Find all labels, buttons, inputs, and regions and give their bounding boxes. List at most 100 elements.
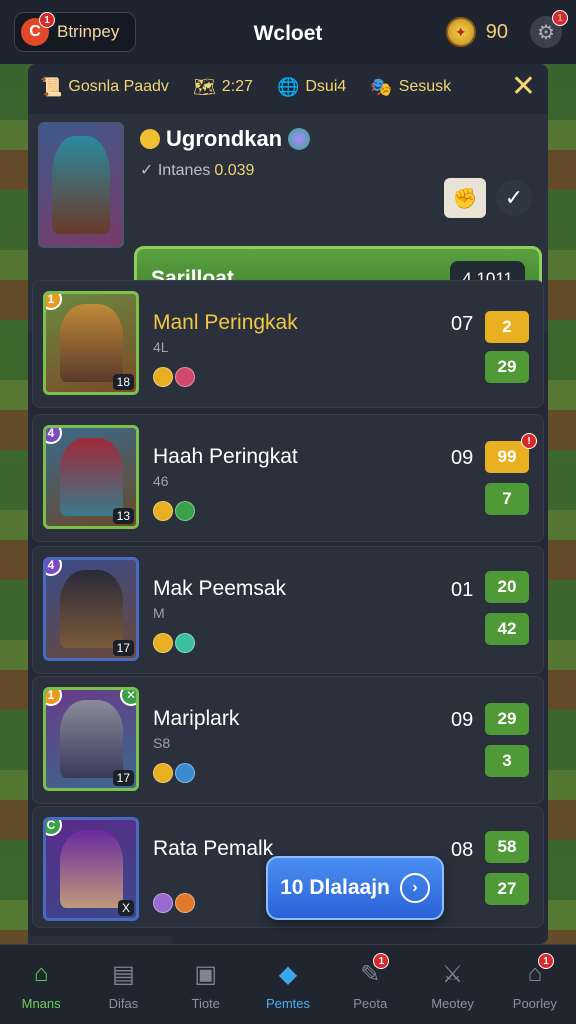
row-number: 01 <box>451 579 474 601</box>
score-badge: 7 <box>485 483 529 515</box>
hero-portrait-icon <box>59 303 123 383</box>
notification-badge: 1 <box>39 12 55 28</box>
rank-badge: 1 <box>46 690 62 706</box>
player-sub: S8 <box>153 735 171 751</box>
nav-label: Poorley <box>512 996 557 1011</box>
gem-icon <box>175 633 195 653</box>
score-badge: 29 <box>485 703 529 735</box>
play-button-label: 10 Dlalaajn <box>280 876 390 899</box>
crown-icon <box>153 893 173 913</box>
score-badge: 29 <box>485 351 529 383</box>
nav-label: Mnans <box>21 996 61 1011</box>
level-label: 18 <box>112 374 134 390</box>
nav-label: Meotey <box>431 996 474 1011</box>
coin-icon: ✦ <box>445 17 476 47</box>
app-logo-icon: C 1 <box>21 12 55 46</box>
hero-portrait-icon <box>59 437 123 517</box>
featured-sub-value: 0.039 <box>214 162 255 179</box>
app-label: Btrinpey <box>57 22 120 41</box>
nav-item-difas[interactable]: ▤ Difas <box>82 945 164 1024</box>
player-sub: M <box>153 605 165 621</box>
nav-item-peota[interactable]: ✎ Peota 1 <box>329 945 411 1024</box>
gear-icon: ⚙ <box>537 21 555 44</box>
list-item[interactable]: 4 13 Haah Peringkat 46 09 99 ! 7 <box>32 414 544 542</box>
nav-item-home[interactable]: ⌂ Mnans <box>0 945 82 1024</box>
featured-name: Ugrondkan <box>140 126 311 152</box>
rank-badge: 4 <box>46 428 62 444</box>
crown-icon <box>153 763 173 783</box>
featured-sub-label: Intanes <box>157 162 211 179</box>
nav-item-poorley[interactable]: ⌂ Poorley 1 <box>494 945 576 1024</box>
sword-badge-icon: ✕ <box>120 690 136 706</box>
player-sub: 46 <box>153 473 169 489</box>
list-item[interactable]: 1 ✕ 17 Mariplark S8 09 29 3 <box>32 676 544 804</box>
fist-icon: ✊ <box>452 187 478 210</box>
settings-button[interactable]: ⚙ 1 <box>530 10 568 48</box>
nav-label: Pemtes <box>265 996 311 1011</box>
confirm-button[interactable]: ✓ <box>496 180 532 216</box>
nav-label: Tiote <box>191 996 220 1011</box>
nav-item-pemtes[interactable]: ◆ Pemtes <box>247 945 329 1024</box>
cube-icon: ◆ <box>278 960 298 988</box>
box-icon: ▣ <box>194 960 218 988</box>
tab-4[interactable]: 🎭 Sesusk <box>370 77 451 98</box>
nav-label: Peota <box>353 996 388 1011</box>
check-icon: ✓ <box>504 185 524 210</box>
player-name: Manl Peringkak <box>153 311 298 334</box>
close-button[interactable]: ✕ <box>511 72 536 102</box>
home-icon: ⌂ <box>33 960 49 987</box>
row-number: 09 <box>451 447 474 469</box>
hero-portrait-icon <box>59 699 123 779</box>
rank-badge: 4 <box>46 560 62 576</box>
featured-avatar[interactable] <box>38 122 124 248</box>
app-pill[interactable]: C 1 Btrinpey <box>14 12 137 52</box>
play-button[interactable]: 10 Dlalaajn › <box>266 856 444 920</box>
tab-2[interactable]: 🗺 2:27 <box>193 77 253 98</box>
hero-portrait-icon <box>59 829 123 909</box>
leaderboard-panel: 📜 Gosnla Paadv 🗺 2:27 🌐 Dsui4 🎭 Sesusk ✕ Ugr… <box>28 64 548 944</box>
player-name: Mak Peemsak <box>153 577 287 600</box>
score-badge: 3 <box>485 745 529 777</box>
score-text: 99 <box>497 447 517 466</box>
crown-icon <box>153 501 173 521</box>
mask-icon: 🎭 <box>370 76 393 97</box>
list-item[interactable]: 4 17 Mak Peemsak M 01 20 42 <box>32 546 544 674</box>
player-sub: 4L <box>153 339 169 355</box>
notification-badge: ! <box>521 433 537 449</box>
gem-icon <box>175 367 195 387</box>
gem-icon <box>175 501 195 521</box>
sword-icon: ⚔ <box>441 960 464 988</box>
player-avatar: 1 18 <box>43 291 139 395</box>
gem-icon <box>175 763 195 783</box>
fist-button[interactable]: ✊ <box>444 178 486 218</box>
tab-1[interactable]: 📜 Gosnla Paadv <box>40 77 169 98</box>
bottom-nav: ⌂ Mnans ▤ Difas ▣ Tiote ◆ Pemtes ✎ Peota… <box>0 944 576 1024</box>
level-label: 13 <box>112 508 134 524</box>
score-badge: 27 <box>485 873 529 905</box>
clipboard-icon: ▤ <box>112 960 135 988</box>
map-icon: 🗺 <box>192 76 216 97</box>
featured-subtitle: ✓ Intanes 0.039 <box>140 160 254 180</box>
close-icon: ✕ <box>510 70 536 103</box>
top-bar: C 1 Btrinpey Wcloet ✦ 90 ⚙ 1 <box>0 0 576 64</box>
score-badge: 58 <box>485 831 529 863</box>
globe-icon: 🌐 <box>276 76 300 97</box>
tab-3[interactable]: 🌐 Dsui4 <box>277 77 346 98</box>
score-badge: 42 <box>485 613 529 645</box>
tab-label: Gosnla Paadv <box>68 78 169 95</box>
player-avatar: C X <box>43 817 139 921</box>
level-label: X <box>117 900 134 916</box>
medal-icon <box>140 129 160 149</box>
nav-item-meotey[interactable]: ⚔ Meotey <box>411 945 493 1024</box>
player-name: Mariplark <box>153 707 240 730</box>
rank-badge: C <box>46 820 62 836</box>
tab-label: Dsui4 <box>305 78 347 95</box>
settings-badge: 1 <box>552 10 568 26</box>
scroll-icon: 📜 <box>40 76 63 97</box>
nav-item-tiote[interactable]: ▣ Tiote <box>165 945 247 1024</box>
player-avatar: 1 ✕ 17 <box>43 687 139 791</box>
coin-count: 90 <box>485 20 508 43</box>
row-number: 09 <box>451 709 474 731</box>
list-item[interactable]: 1 18 Manl Peringkak 4L 07 2 29 <box>32 280 544 408</box>
rank-badge: 1 <box>46 294 62 310</box>
